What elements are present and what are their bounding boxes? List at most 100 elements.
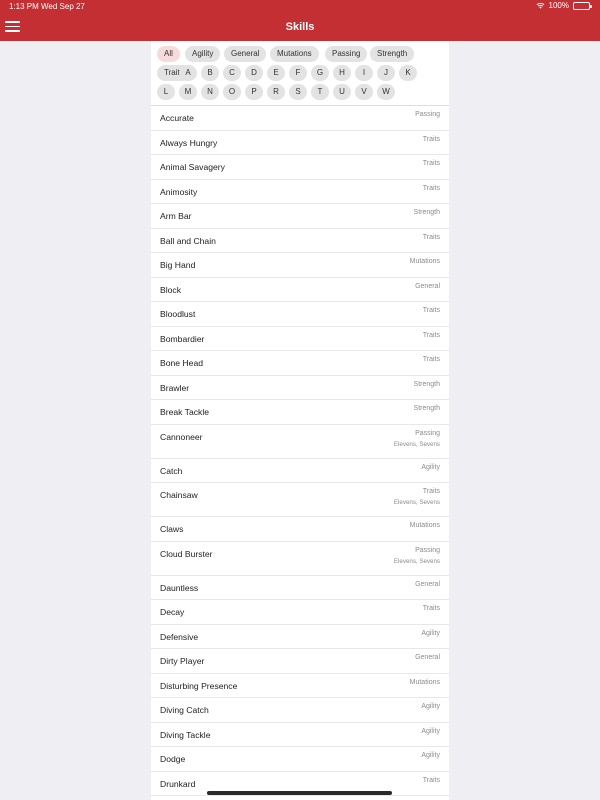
skill-row[interactable]: Bombardier Traits: [151, 327, 449, 351]
letter-chip-e[interactable]: E: [267, 65, 285, 81]
skill-row[interactable]: Defensive Agility: [151, 625, 449, 649]
skill-name: Catch: [160, 465, 183, 476]
letter-chip-f[interactable]: F: [289, 65, 307, 81]
skill-row[interactable]: Break Tackle Strength: [151, 400, 449, 425]
skill-name: Drunkard: [160, 778, 196, 789]
skill-row[interactable]: Ball and Chain Traits: [151, 229, 449, 253]
skill-category: Traits: [422, 356, 440, 363]
skill-name: Accurate: [160, 113, 194, 123]
letter-chip-t[interactable]: T: [311, 84, 329, 100]
skill-row[interactable]: Bone Head Traits: [151, 351, 449, 376]
skill-row[interactable]: Disturbing Presence Mutations: [151, 674, 449, 698]
skill-row[interactable]: Claws Mutations: [151, 517, 449, 542]
skill-name: Dauntless: [160, 582, 199, 593]
skill-row[interactable]: Chainsaw Traits Elevens, Sevens: [151, 483, 449, 517]
filter-chip-agility[interactable]: Agility: [185, 46, 221, 62]
battery-icon: [573, 1, 592, 10]
skill-name: Ball and Chain: [160, 235, 216, 246]
skill-category: Mutations: [409, 258, 440, 265]
status-indicators: 100%: [536, 1, 592, 10]
skill-row[interactable]: Bloodlust Traits: [151, 302, 449, 327]
wifi-icon: [536, 2, 544, 9]
filter-chip-general[interactable]: General: [224, 46, 267, 62]
skill-row[interactable]: Accurate Passing: [151, 106, 449, 131]
letter-chip-c[interactable]: C: [223, 65, 241, 81]
skill-name: Cannoneer: [160, 431, 203, 442]
filter-chip-passing[interactable]: Passing: [325, 46, 368, 62]
skill-category: Passing: [415, 111, 440, 118]
letter-chip-l[interactable]: L: [157, 84, 175, 100]
skill-row[interactable]: Animal Savagery Traits: [151, 155, 449, 180]
skill-category: Traits: [422, 160, 440, 167]
skill-category: General: [415, 654, 440, 661]
skill-row[interactable]: Diving Catch Agility: [151, 698, 449, 723]
skill-name: Arm Bar: [160, 211, 192, 221]
skill-row[interactable]: Always Hungry Traits: [151, 131, 449, 155]
skill-category: Traits: [422, 307, 440, 314]
skill-row[interactable]: Dauntless General: [151, 576, 449, 600]
skill-category: Traits: [422, 488, 440, 495]
skill-category: Mutations: [409, 522, 440, 529]
status-date: Wed Sep 27: [41, 2, 85, 11]
letter-chip-w[interactable]: W: [377, 84, 395, 100]
letter-chip-u[interactable]: U: [333, 84, 351, 100]
letter-chip-i[interactable]: I: [355, 65, 373, 81]
skill-category: Traits: [422, 135, 440, 143]
skill-name: Big Hand: [160, 260, 196, 270]
letter-chip-d[interactable]: D: [245, 65, 263, 81]
skill-row[interactable]: Dodge Agility: [151, 747, 449, 772]
skill-editions: Elevens, Sevens: [393, 499, 440, 506]
skill-name: Block: [160, 284, 182, 295]
letter-chip-o[interactable]: O: [223, 84, 241, 100]
letter-chip-s[interactable]: S: [289, 84, 307, 100]
letter-chip-m[interactable]: M: [179, 84, 197, 100]
letter-chip-p[interactable]: P: [245, 84, 263, 100]
skills-panel: All Agility General Mutations Passing Strengt…: [151, 41, 449, 800]
skill-row[interactable]: Big Hand Mutations: [151, 253, 449, 278]
letter-chip-v[interactable]: V: [355, 84, 373, 100]
skill-row[interactable]: Cloud Burster Passing Elevens, Sevens: [151, 542, 449, 576]
skill-category: General: [415, 580, 440, 588]
skill-category: Agility: [421, 703, 440, 710]
letter-chip-n[interactable]: N: [201, 84, 219, 100]
skill-row[interactable]: Catch Agility: [151, 459, 449, 483]
skill-row[interactable]: Diving Tackle Agility: [151, 723, 449, 747]
letter-chip-h[interactable]: H: [333, 65, 351, 81]
skill-category: Agility: [421, 463, 440, 471]
skill-row[interactable]: Cannoneer Passing Elevens, Sevens: [151, 425, 449, 459]
home-indicator: [207, 791, 392, 795]
skill-name: Animal Savagery: [160, 162, 225, 172]
skill-category: Passing: [415, 429, 440, 437]
letter-chip-k[interactable]: K: [399, 65, 417, 81]
skill-row[interactable]: Dirty Player General: [151, 649, 449, 674]
skill-name: Bone Head: [160, 358, 204, 368]
skill-name: Chainsaw: [160, 490, 198, 500]
skill-row[interactable]: Brawler Strength: [151, 376, 449, 400]
skill-name: Bloodlust: [160, 309, 196, 319]
skill-category: Strength: [413, 405, 440, 412]
skill-category: Agility: [421, 629, 440, 637]
skill-row[interactable]: Animosity Traits: [151, 180, 449, 204]
skill-row[interactable]: Arm Bar Strength: [151, 204, 449, 229]
filter-chip-strength[interactable]: Strength: [370, 46, 415, 62]
skill-name: Claws: [160, 524, 184, 534]
filter-chip-mutations[interactable]: Mutations: [270, 46, 319, 62]
skill-name: Decay: [160, 607, 185, 617]
skill-row[interactable]: Decay Traits: [151, 600, 449, 625]
skills-list: Accurate Passing Always Hungry Traits Animal…: [151, 106, 449, 796]
skill-row[interactable]: Block General: [151, 278, 449, 302]
skill-name: Diving Tackle: [160, 729, 211, 740]
letter-chip-b[interactable]: B: [201, 65, 219, 81]
letter-chip-g[interactable]: G: [311, 65, 329, 81]
letter-chip-j[interactable]: J: [377, 65, 395, 81]
skill-name: Break Tackle: [160, 407, 210, 417]
letter-chip-a[interactable]: A: [179, 65, 197, 81]
letter-chip-r[interactable]: R: [267, 84, 285, 100]
skill-editions: Elevens, Sevens: [393, 557, 440, 565]
page-title: Skills: [285, 21, 315, 33]
filter-chip-all[interactable]: All: [157, 46, 180, 62]
skill-category: Agility: [421, 727, 440, 735]
skill-name: Cloud Burster: [160, 548, 213, 559]
skill-category: Traits: [422, 184, 440, 192]
skill-category: Traits: [422, 233, 440, 241]
